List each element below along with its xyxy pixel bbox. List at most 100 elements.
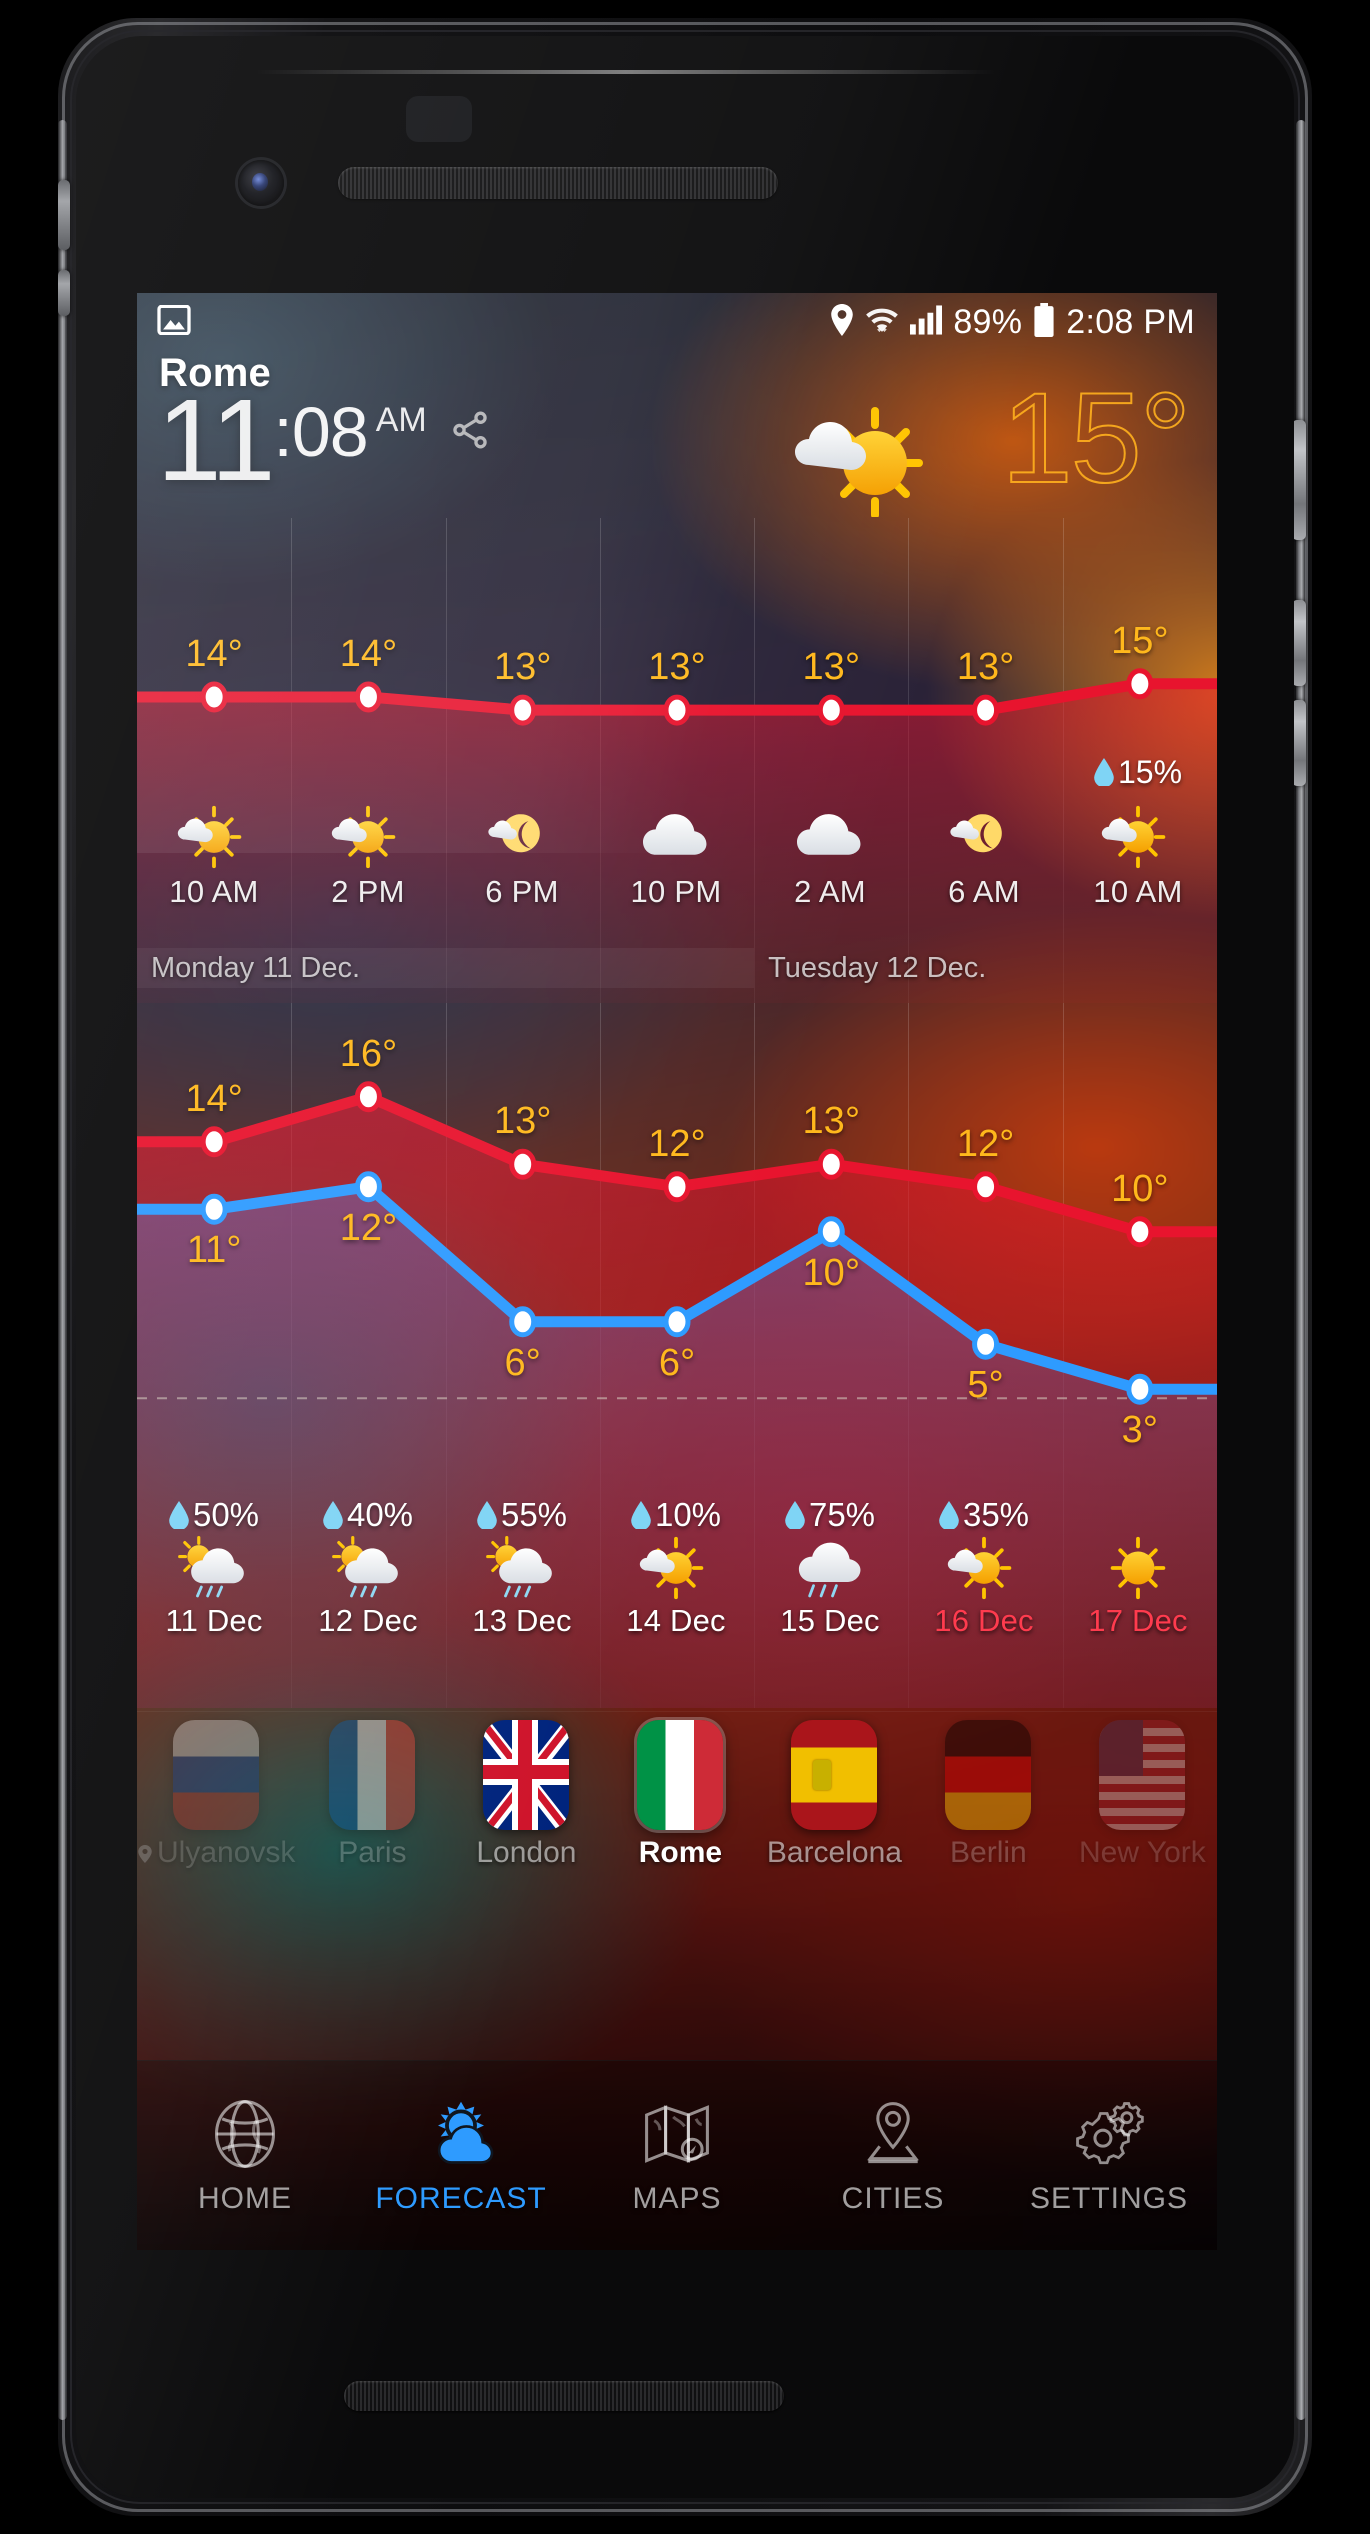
daily-date-label: 15 Dec [780, 1603, 880, 1638]
nav-label: SETTINGS [1029, 2181, 1188, 2215]
city-item-new-york[interactable]: New York [1065, 1712, 1217, 1870]
status-bar-right: 89% 2:08 PM [830, 302, 1195, 342]
daily-low-label: 11° [186, 1229, 242, 1272]
hourly-forecast-cell[interactable]: 6 PM [445, 804, 599, 910]
chart-point [972, 1328, 1000, 1360]
daily-date-label: 16 Dec [934, 1603, 1034, 1638]
daily-precipitation: 50% [137, 1498, 291, 1531]
chart-point [509, 694, 537, 726]
nav-item-settings[interactable]: SETTINGS [1001, 2096, 1217, 2216]
cloudy-icon [753, 804, 907, 870]
nav-label: CITIES [841, 2181, 945, 2215]
clock-minute: :08 [273, 393, 368, 471]
city-pin-icon [785, 2096, 1001, 2172]
nav-item-cities[interactable]: CITIES [785, 2096, 1001, 2216]
daily-high-label: 10° [1111, 1167, 1169, 1210]
daily-forecast-cell[interactable]: 35% 16 Dec [907, 1498, 1061, 1639]
city-selector-strip[interactable]: Ulyanovsk Paris London Rome Barcelona Berlin N… [137, 1711, 1217, 1881]
hourly-temp-label: 13° [956, 646, 1015, 689]
daily-forecast-cell[interactable]: 40% 12 Dec [291, 1498, 445, 1639]
chart-point [509, 1148, 537, 1180]
city-item-berlin[interactable]: Berlin [911, 1712, 1065, 1870]
partly-cloudy-night-icon [445, 804, 599, 870]
daily-forecast-cell[interactable]: 55% 13 Dec [445, 1498, 599, 1639]
rain-sun-icon [445, 1535, 599, 1601]
chart-point [354, 681, 382, 713]
rain-drop-icon [631, 1500, 651, 1529]
hourly-forecast-cell[interactable]: 10 AM [137, 804, 291, 910]
wifi-icon [865, 304, 899, 341]
chart-point [200, 1193, 228, 1225]
rain-drop-icon [323, 1500, 343, 1529]
current-conditions-header: Rome 11 :08 AM 15° [137, 345, 1217, 535]
nav-item-home[interactable]: HOME [137, 2096, 353, 2216]
rain-sun-icon [137, 1535, 291, 1601]
daily-low-label: 6° [658, 1341, 696, 1384]
chart-point [663, 694, 691, 726]
hourly-temp-label: 13° [802, 646, 861, 689]
image-icon [157, 304, 191, 340]
daily-forecast-panel[interactable]: 14° 11° 16° 12° 13° 6° 12° 6° 13° 10° 12° 5° 10° 3° 5… [137, 1003, 1217, 1708]
partly-cloudy-day-icon [137, 804, 291, 870]
daily-forecast-cell[interactable]: 10% 14 Dec [599, 1498, 753, 1639]
volume-down-button[interactable] [1292, 700, 1306, 786]
germany-flag [945, 1720, 1032, 1830]
nav-label: MAPS [632, 2181, 722, 2215]
chart-point [1126, 1373, 1154, 1405]
chart-point [200, 681, 228, 713]
rain-drop-icon [1094, 758, 1114, 786]
daily-date-label: 14 Dec [626, 1603, 726, 1638]
hourly-forecast-cell[interactable]: 2 AM [753, 804, 907, 910]
city-item-paris[interactable]: Paris [295, 1712, 449, 1870]
volume-up-button[interactable] [1292, 600, 1306, 686]
daily-cells[interactable]: 50% 11 Dec 40% 12 Dec 55% 13 Dec 10% 14 Dec 75% 1… [137, 1498, 1217, 1639]
chart-point [509, 1306, 537, 1338]
partly-cloudy-day-icon [291, 804, 445, 870]
spain-flag [791, 1720, 878, 1830]
hourly-time-label: 6 AM [948, 874, 1020, 909]
partly-cloudy-day-icon [779, 397, 939, 519]
chart-point [200, 1126, 228, 1158]
hourly-day-label: Monday 11 Dec. [137, 948, 755, 988]
location-pin-icon [830, 303, 854, 341]
daily-low-label: 6° [504, 1341, 541, 1384]
hourly-forecast-panel[interactable]: 14° 14° 13° 13° 13° 13° 15° 10 AM 2 PM 6 PM 10 PM… [137, 518, 1217, 1003]
rain-sun-icon [291, 1535, 445, 1601]
nav-item-maps[interactable]: MAPS [569, 2096, 785, 2216]
power-button[interactable] [1292, 420, 1306, 540]
partly-cloudy-day-icon [1061, 804, 1215, 870]
hourly-forecast-cell[interactable]: 15% 10 AM [1061, 756, 1215, 910]
hourly-time-label: 2 AM [794, 874, 866, 909]
daily-precipitation: 75% [753, 1498, 907, 1531]
partly-cloudy-day-icon [907, 1535, 1061, 1601]
russia-flag [173, 1720, 260, 1830]
city-item-rome[interactable]: Rome [603, 1712, 757, 1870]
left-side-button-lower[interactable] [58, 270, 70, 316]
hourly-cells[interactable]: 10 AM 2 PM 6 PM 10 PM 2 AM 6 AM 15% 10 AM [137, 756, 1217, 910]
share-icon[interactable] [449, 409, 491, 456]
france-flag [329, 1720, 416, 1830]
daily-precipitation: 40% [291, 1498, 445, 1531]
left-side-button-upper[interactable] [58, 180, 70, 250]
city-name-label: New York [1079, 1836, 1206, 1869]
bottom-navigation[interactable]: HOME FORECAST MAPS CITIES SETTINGS [137, 2060, 1217, 2250]
daily-low-label: 3° [1121, 1409, 1159, 1452]
nav-label: HOME [198, 2181, 292, 2215]
hourly-forecast-cell[interactable]: 10 PM [599, 804, 753, 910]
daily-forecast-cell[interactable]: 50% 11 Dec [137, 1498, 291, 1639]
city-item-london[interactable]: London [449, 1712, 603, 1870]
city-item-ulyanovsk[interactable]: Ulyanovsk [137, 1712, 295, 1871]
hourly-forecast-cell[interactable]: 2 PM [291, 804, 445, 910]
rain-drop-icon [169, 1500, 189, 1529]
earpiece-speaker [338, 167, 778, 199]
daily-forecast-cell[interactable]: 0%17 Dec [1061, 1498, 1215, 1639]
nav-item-forecast[interactable]: FORECAST [353, 2096, 569, 2216]
hourly-forecast-cell[interactable]: 6 AM [907, 804, 1061, 910]
daily-high-label: 12° [956, 1122, 1015, 1165]
sun-cloud-icon [353, 2096, 569, 2172]
daily-high-label: 13° [493, 1100, 552, 1143]
city-item-barcelona[interactable]: Barcelona [757, 1712, 911, 1870]
battery-percent-label: 89% [953, 303, 1023, 341]
chart-point [972, 1171, 1000, 1203]
daily-forecast-cell[interactable]: 75% 15 Dec [753, 1498, 907, 1639]
